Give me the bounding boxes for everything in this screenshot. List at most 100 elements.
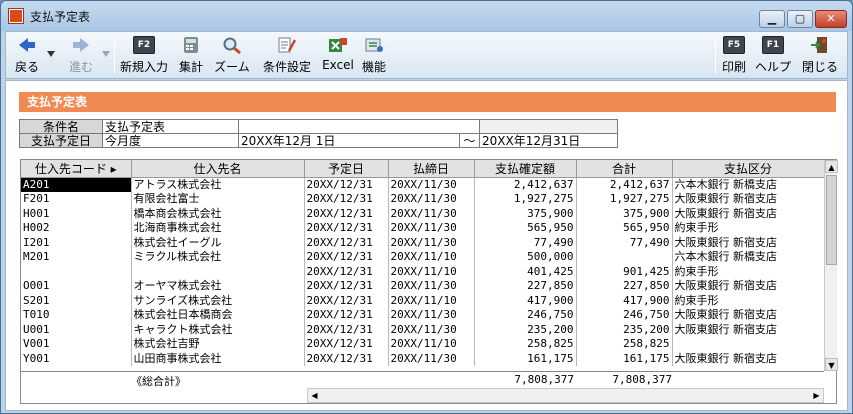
cell-total[interactable]: [576, 250, 673, 265]
cell-supplier-code[interactable]: F201: [21, 192, 132, 207]
cell-closing-date[interactable]: 20XX/11/30: [388, 279, 475, 294]
cell-supplier-code[interactable]: S201: [21, 293, 132, 308]
column-header-scheduled-date[interactable]: 予定日: [304, 160, 389, 178]
column-header-supplier-code[interactable]: 仕入先コード ▸: [21, 160, 132, 178]
cell-scheduled-date[interactable]: 20XX/12/31: [304, 177, 389, 192]
cell-total[interactable]: 901,425: [576, 264, 673, 279]
help-button[interactable]: F1 ヘルプ: [751, 32, 795, 78]
cell-supplier-name[interactable]: 北海商事株式会社: [131, 221, 305, 236]
close-button[interactable]: 閉じる: [798, 32, 842, 78]
cell-supplier-code[interactable]: V001: [21, 337, 132, 352]
payment-grid[interactable]: 仕入先コード ▸ 仕入先名 予定日 払締日 支払確定額 合計 支払区分 A201 アトラス株式…: [20, 159, 838, 404]
cell-confirmed-amount[interactable]: 1,927,275: [474, 192, 577, 207]
table-row[interactable]: O001 オーヤマ株式会社 20XX/12/31 20XX/11/30 227,850 2…: [21, 279, 825, 294]
cell-supplier-name[interactable]: オーヤマ株式会社: [131, 279, 305, 294]
cell-scheduled-date[interactable]: 20XX/12/31: [304, 308, 389, 323]
cell-supplier-name[interactable]: 橋本商会株式会社: [131, 206, 305, 221]
zoom-button[interactable]: ズーム: [210, 32, 254, 78]
table-row[interactable]: A201 アトラス株式会社 20XX/12/31 20XX/11/30 2,412,63…: [21, 177, 825, 192]
cell-confirmed-amount[interactable]: 77,490: [474, 235, 577, 250]
cell-total[interactable]: 161,175: [576, 351, 673, 366]
scroll-right-icon[interactable]: ▶: [810, 389, 823, 402]
cell-supplier-name[interactable]: 株式会社日本橋商会: [131, 308, 305, 323]
cell-scheduled-date[interactable]: 20XX/12/31: [304, 192, 389, 207]
cell-confirmed-amount[interactable]: 375,900: [474, 206, 577, 221]
cell-payment-type[interactable]: 大阪東銀行 新宿支店: [672, 192, 825, 207]
cell-total[interactable]: 227,850: [576, 279, 673, 294]
cell-scheduled-date[interactable]: 20XX/12/31: [304, 206, 389, 221]
cell-total[interactable]: 2,412,637: [576, 177, 673, 192]
cell-payment-type[interactable]: 約束手形: [672, 264, 825, 279]
cell-confirmed-amount[interactable]: 161,175: [474, 351, 577, 366]
forward-button[interactable]: 進む: [62, 32, 100, 78]
cell-payment-type[interactable]: 大阪東銀行 新宿支店: [672, 206, 825, 221]
cell-confirmed-amount[interactable]: 401,425: [474, 264, 577, 279]
cell-confirmed-amount[interactable]: 500,000: [474, 250, 577, 265]
column-header-supplier-name[interactable]: 仕入先名: [131, 160, 305, 178]
cell-scheduled-date[interactable]: 20XX/12/31: [304, 337, 389, 352]
cell-supplier-name[interactable]: ミラクル株式会社: [131, 250, 305, 265]
cell-closing-date[interactable]: 20XX/11/30: [388, 351, 475, 366]
cell-closing-date[interactable]: 20XX/11/30: [388, 177, 475, 192]
maximize-button[interactable]: ▢: [787, 10, 813, 28]
table-row[interactable]: U001 キャラクト株式会社 20XX/12/31 20XX/11/30 235,200…: [21, 322, 825, 337]
cell-payment-type[interactable]: [672, 337, 825, 352]
cell-payment-type[interactable]: 大阪東銀行 新宿支店: [672, 351, 825, 366]
cell-confirmed-amount[interactable]: 227,850: [474, 279, 577, 294]
cell-payment-type[interactable]: 大阪東銀行 新宿支店: [672, 322, 825, 337]
cell-confirmed-amount[interactable]: 235,200: [474, 322, 577, 337]
cell-closing-date[interactable]: 20XX/11/30: [388, 192, 475, 207]
cell-total[interactable]: 235,200: [576, 322, 673, 337]
close-window-button[interactable]: ✕: [815, 10, 847, 28]
table-row[interactable]: F201 有限会社富士 20XX/12/31 20XX/11/30 1,927,275 1…: [21, 192, 825, 207]
scroll-up-icon[interactable]: ▲: [825, 160, 838, 173]
cell-payment-type[interactable]: 約束手形: [672, 221, 825, 236]
column-header-payment-type[interactable]: 支払区分: [672, 160, 825, 178]
cell-scheduled-date[interactable]: 20XX/12/31: [304, 322, 389, 337]
table-row[interactable]: Y001 山田商事株式会社 20XX/12/31 20XX/11/30 161,175 1…: [21, 351, 825, 366]
table-row[interactable]: T010 株式会社日本橋商会 20XX/12/31 20XX/11/30 246,750…: [21, 308, 825, 323]
table-row[interactable]: 20XX/12/31 20XX/11/10 401,425 901,425 約束手形: [21, 264, 825, 279]
cell-total[interactable]: 565,950: [576, 221, 673, 236]
table-row[interactable]: S201 サンライズ株式会社 20XX/12/31 20XX/11/10 417,900…: [21, 293, 825, 308]
cell-confirmed-amount[interactable]: 2,412,637: [474, 177, 577, 192]
cell-scheduled-date[interactable]: 20XX/12/31: [304, 250, 389, 265]
cell-closing-date[interactable]: 20XX/11/10: [388, 264, 475, 279]
table-row[interactable]: V001 株式会社吉野 20XX/12/31 20XX/11/10 258,825 258…: [21, 337, 825, 352]
cell-supplier-code[interactable]: O001: [21, 279, 132, 294]
cell-closing-date[interactable]: 20XX/11/30: [388, 206, 475, 221]
aggregate-button[interactable]: 集計: [174, 32, 208, 78]
cell-supplier-name[interactable]: アトラス株式会社: [131, 177, 305, 192]
cell-confirmed-amount[interactable]: 417,900: [474, 293, 577, 308]
cell-supplier-code[interactable]: H001: [21, 206, 132, 221]
cell-supplier-code[interactable]: Y001: [21, 351, 132, 366]
back-button[interactable]: 戻る: [10, 32, 44, 78]
cell-closing-date[interactable]: 20XX/11/30: [388, 221, 475, 236]
cell-closing-date[interactable]: 20XX/11/10: [388, 250, 475, 265]
print-button[interactable]: F5 印刷: [719, 32, 749, 78]
cell-total[interactable]: 246,750: [576, 308, 673, 323]
cell-confirmed-amount[interactable]: 246,750: [474, 308, 577, 323]
cell-payment-type[interactable]: 約束手形: [672, 293, 825, 308]
cell-supplier-name[interactable]: 山田商事株式会社: [131, 351, 305, 366]
column-header-closing-date[interactable]: 払締日: [388, 160, 475, 178]
new-entry-button[interactable]: F2 新規入力: [118, 32, 170, 78]
conditions-button[interactable]: 条件設定: [258, 32, 316, 78]
cell-confirmed-amount[interactable]: 565,950: [474, 221, 577, 236]
cell-total[interactable]: 77,490: [576, 235, 673, 250]
cell-total[interactable]: 417,900: [576, 293, 673, 308]
cell-payment-type[interactable]: 大阪東銀行 新宿支店: [672, 308, 825, 323]
cell-supplier-code[interactable]: [21, 264, 132, 279]
cell-scheduled-date[interactable]: 20XX/12/31: [304, 279, 389, 294]
cell-payment-type[interactable]: 六本木銀行 新橋支店: [672, 177, 825, 192]
table-row[interactable]: M201 ミラクル株式会社 20XX/12/31 20XX/11/10 500,000 六…: [21, 250, 825, 265]
cell-supplier-name[interactable]: 株式会社イーグル: [131, 235, 305, 250]
horizontal-scrollbar[interactable]: ◀ ▶: [307, 388, 824, 403]
functions-button[interactable]: 機能: [358, 32, 390, 78]
cell-closing-date[interactable]: 20XX/11/10: [388, 293, 475, 308]
vertical-scrollbar[interactable]: ▲ ▼: [824, 160, 838, 371]
table-row[interactable]: I201 株式会社イーグル 20XX/12/31 20XX/11/30 77,490 77…: [21, 235, 825, 250]
cell-supplier-name[interactable]: 株式会社吉野: [131, 337, 305, 352]
table-row[interactable]: H002 北海商事株式会社 20XX/12/31 20XX/11/30 565,950 5…: [21, 221, 825, 236]
cell-scheduled-date[interactable]: 20XX/12/31: [304, 235, 389, 250]
